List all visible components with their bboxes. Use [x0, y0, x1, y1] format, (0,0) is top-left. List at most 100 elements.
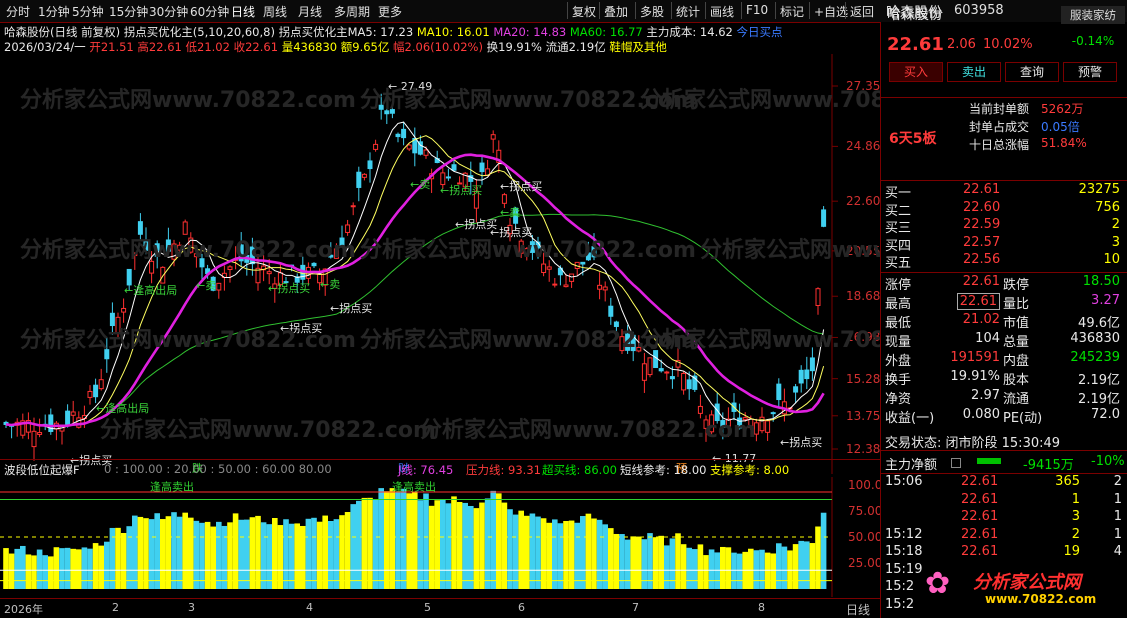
date-tick: 6 [518, 601, 525, 614]
indicator-name: 拐点买优化主(5,10,20,60,8) [123, 25, 275, 39]
period-label[interactable]: 日线 [846, 601, 870, 618]
tick-count: 1 [1113, 526, 1122, 542]
sell-tag-2: 逢高卖出 [392, 479, 436, 493]
annotation-buy6: ←拐点买 [780, 436, 823, 449]
chart-title: 哈森股份(日线 前复权) [4, 25, 121, 39]
sell-button[interactable]: 卖出 [947, 62, 1001, 82]
toolbar-right-item-7[interactable]: +自选 [814, 3, 848, 20]
site-logo: ✿ 分析家公式网 www.70822.com [921, 562, 1126, 614]
stat-label: 外盘 [885, 354, 912, 369]
bid-volume: 2 [1111, 217, 1120, 232]
toolbar-item-4[interactable]: 30分钟 [149, 3, 188, 20]
toolbar-separator [775, 2, 776, 19]
tick-count: 2 [1113, 474, 1122, 489]
stat-label: 跌停 [1003, 278, 1030, 293]
watermark: 分析家公式网www.70822.com [420, 418, 756, 443]
toolbar-right-item-2[interactable]: 多股 [640, 3, 664, 20]
seal-ratio-label: 封单占成交 [969, 120, 1030, 134]
stats-row: 净资 2.97 流通 2.19亿 [881, 388, 1127, 407]
annotation-sell1: ←卖 [196, 279, 217, 292]
query-button[interactable]: 查询 [1005, 62, 1059, 82]
main-flow-label: 主力净额 [885, 458, 938, 473]
toolbar-item-10[interactable]: 更多 [378, 3, 402, 20]
bid-volume: 10 [1103, 252, 1120, 267]
stat-value: 104 [975, 331, 1000, 346]
alert-button[interactable]: 预警 [1063, 62, 1117, 82]
sub-indicator-chart[interactable]: 逢高卖出 逢高卖出 [0, 477, 880, 597]
toolbar-item-2[interactable]: 5分钟 [72, 3, 104, 20]
chart-panel: 哈森股份(日线 前复权) 拐点买优化主(5,10,20,60,8) 拐点买优化主… [0, 22, 1036, 618]
toolbar-item-7[interactable]: 周线 [263, 3, 287, 20]
toolbar-right-item-1[interactable]: 叠加 [604, 3, 628, 20]
list-icon [951, 458, 961, 468]
stats-row: 现量 104 总量 436830 [881, 331, 1127, 350]
toolbar-item-5[interactable]: 60分钟 [190, 3, 229, 20]
toolbar-item-1[interactable]: 1分钟 [38, 3, 70, 20]
tick-time: 15:2 [885, 579, 915, 594]
tick-count: 4 [1113, 544, 1122, 559]
toolbar-right-item-6[interactable]: 标记 [780, 3, 804, 20]
stat-label: 收益(一) [885, 411, 935, 426]
toolbar-right-item-3[interactable]: 统计 [676, 3, 700, 20]
tick-price: 22.61 [961, 509, 999, 524]
toolbar-item-9[interactable]: 多周期 [334, 3, 370, 20]
watermark: 分析家公式网www.70822.com [20, 328, 356, 353]
cost-label: 主力成本: 14.62 [646, 25, 733, 39]
short-ref-label: 短线参考: 18.00 [620, 463, 707, 477]
logo-url: www.70822.com [985, 592, 1097, 606]
toolbar-item-0[interactable]: 分时 [6, 3, 30, 20]
stat-value: 19.91% [950, 369, 1000, 384]
stats-row: 最低 21.02 市值 49.6亿 [881, 312, 1127, 331]
bid-row: 买三 22.59 2 [881, 217, 1127, 236]
sell-tag-1: 逢高卖出 [150, 479, 194, 493]
support-ref-label: 支撑参考: 8.00 [710, 463, 790, 477]
toolbar-item-8[interactable]: 月线 [298, 3, 322, 20]
stat-label: 流通 [1003, 392, 1030, 407]
buy-button[interactable]: 买入 [889, 62, 943, 82]
toolbar-right-item-5[interactable]: F10 [746, 3, 768, 17]
stat-value: 3.27 [1091, 293, 1120, 308]
quote-header: 22.61 2.06 10.02% 服装家纺 -0.14% 买入 卖出 查询 预… [881, 6, 1127, 98]
ten-day-value: 51.84% [1041, 136, 1087, 150]
tick-price: 22.61 [961, 544, 999, 559]
toolbar-right-item-4[interactable]: 画线 [710, 3, 734, 20]
tick-count: 1 [1113, 491, 1122, 507]
sector-badge[interactable]: 服装家纺 [1061, 6, 1125, 24]
bid-label: 买三 [885, 221, 912, 236]
ma10-label: MA10: 16.01 [416, 25, 490, 39]
stats-row: 收益(一) 0.080 PE(动) 72.0 [881, 407, 1127, 426]
tick-time: 15:12 [885, 526, 923, 542]
main-flow-row: 主力净额 -9415万 -10% [881, 450, 1127, 474]
stat-label: 换手 [885, 373, 912, 388]
date-axis: 2026年 2 3 4 5 6 7 8 日线 [0, 598, 880, 617]
date-tick: 7 [632, 601, 639, 614]
toolbar-separator [671, 2, 672, 19]
date-tick: 2 [112, 601, 119, 614]
stat-value: 436830 [1070, 331, 1120, 346]
stat-value: 49.6亿 [1078, 316, 1120, 331]
sub-params: 0 : 100.00 : 20.00 : 50.00 : 60.00 80.00 [104, 462, 332, 476]
stat-value: 21.02 [962, 312, 1000, 327]
seal-amount-label: 当前封单额 [969, 102, 1030, 116]
toolbar-right-item-8[interactable]: 返回 [850, 3, 874, 20]
bar-open: 开21.51 [89, 40, 134, 54]
toolbar-item-6[interactable]: 日线 [231, 3, 255, 20]
bid-book: 买一 22.61 23275 买二 22.60 756 买三 22.59 2 买四 22.57 3 买五… [881, 180, 1127, 273]
tick-price: 22.61 [961, 491, 999, 507]
ma20-label: MA20: 14.83 [493, 25, 567, 39]
watermark: 分析家公式网www.70822.com [100, 418, 436, 443]
tick-row: 22.61 3 1 [881, 509, 1127, 527]
quote-panel: 哈森股份 22.61 2.06 10.02% 服装家纺 -0.14% 买入 卖出… [880, 6, 1127, 618]
tick-volume: 19 [1063, 544, 1080, 559]
toolbar-item-3[interactable]: 15分钟 [109, 3, 148, 20]
bar-concept: 鞋帽及其他 [609, 40, 667, 54]
date-tick: 3 [188, 601, 195, 614]
tick-volume: 1 [1071, 491, 1080, 507]
date-tick: 4 [306, 601, 313, 614]
toolbar-right-item-0[interactable]: 复权 [572, 3, 596, 20]
tick-price: 22.61 [961, 474, 999, 489]
annotation-buy5: ←拐点买 [500, 180, 543, 193]
toolbar-separator [705, 2, 706, 19]
bid-label: 买五 [885, 256, 912, 271]
ma60-label: MA60: 16.77 [569, 25, 643, 39]
